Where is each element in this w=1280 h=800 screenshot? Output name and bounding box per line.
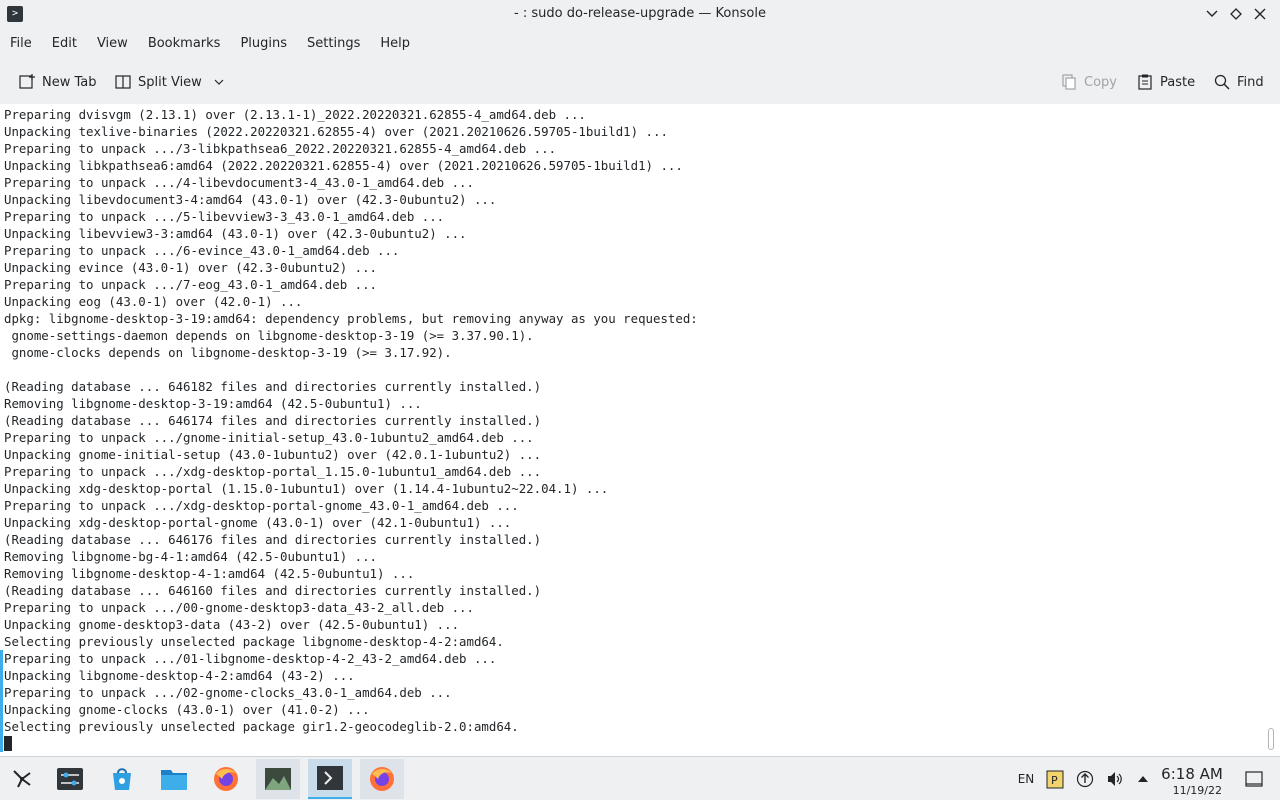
terminal-line: Preparing to unpack .../xdg-desktop-port… (4, 498, 519, 513)
clock-time[interactable]: 6:18 AM (1160, 765, 1224, 783)
terminal-line: Selecting previously unselected package … (4, 719, 519, 734)
firefox-icon[interactable] (204, 759, 248, 799)
taskbar: EN P 6:18 AM 11/19/22 (0, 756, 1280, 800)
terminal-line: Preparing to unpack .../00-gnome-desktop… (4, 600, 474, 615)
system-settings-icon[interactable] (48, 759, 92, 799)
menu-bar: File Edit View Bookmarks Plugins Setting… (0, 29, 1280, 59)
file-manager-icon[interactable] (152, 759, 196, 799)
terminal-line: dpkg: libgnome-desktop-3-19:amd64: depen… (4, 311, 698, 326)
copy-label: Copy (1084, 74, 1117, 90)
terminal-line: Preparing to unpack .../6-evince_43.0-1_… (4, 243, 400, 258)
discover-store-icon[interactable] (100, 759, 144, 799)
show-desktop-icon[interactable] (1240, 757, 1268, 800)
terminal-line: Unpacking texlive-binaries (2022.2022032… (4, 124, 668, 139)
terminal-line: Preparing to unpack .../01-libgnome-desk… (4, 651, 497, 666)
terminal-line: Preparing dvisvgm (2.13.1) over (2.13.1-… (4, 107, 586, 122)
split-view-label: Split View (138, 74, 202, 90)
terminal-output: Preparing dvisvgm (2.13.1) over (2.13.1-… (4, 106, 698, 735)
split-view-button[interactable]: Split View (108, 66, 234, 98)
konsole-window: > - : sudo do-release-upgrade — Konsole … (0, 0, 1280, 800)
window-title: - : sudo do-release-upgrade — Konsole (514, 6, 766, 21)
paste-label: Paste (1160, 74, 1196, 90)
terminal-line: Removing libgnome-desktop-4-1:amd64 (42.… (4, 566, 415, 581)
terminal-line: Unpacking xdg-desktop-portal (1.15.0-1ub… (4, 481, 609, 496)
terminal-line: (Reading database ... 646176 files and d… (4, 532, 542, 547)
terminal-line: Unpacking xdg-desktop-portal-gnome (43.0… (4, 515, 512, 530)
terminal-line: Preparing to unpack .../5-libevview3-3_4… (4, 209, 445, 224)
terminal-line: (Reading database ... 646182 files and d… (4, 379, 542, 394)
menu-bookmarks[interactable]: Bookmarks (138, 29, 231, 59)
volume-icon[interactable] (1103, 757, 1127, 800)
find-button[interactable]: Find (1207, 66, 1270, 98)
firefox-window-icon[interactable] (360, 759, 404, 799)
new-tab-button[interactable]: New Tab (12, 66, 103, 98)
copy-button[interactable]: Copy (1054, 66, 1123, 98)
terminal-line: Removing libgnome-desktop-3-19:amd64 (42… (4, 396, 422, 411)
terminal-line: Unpacking evince (43.0-1) over (42.3-0ub… (4, 260, 377, 275)
minimize-button[interactable] (1202, 5, 1222, 23)
terminal-line: Unpacking libevview3-3:amd64 (43.0-1) ov… (4, 226, 467, 241)
terminal-line: Preparing to unpack .../7-eog_43.0-1_amd… (4, 277, 377, 292)
find-label: Find (1237, 74, 1264, 90)
menu-settings[interactable]: Settings (297, 29, 370, 59)
new-tab-label: New Tab (42, 74, 97, 90)
menu-file[interactable]: File (0, 29, 42, 59)
clock-date[interactable]: 11/19/22 (1160, 784, 1224, 797)
terminal-line: gnome-settings-daemon depends on libgnom… (4, 328, 534, 343)
menu-help[interactable]: Help (370, 29, 420, 59)
search-icon (1213, 73, 1231, 91)
toolbar: New Tab Split View Copy Paste Find (0, 60, 1280, 104)
keyboard-layout-indicator[interactable]: EN (1012, 757, 1040, 800)
maximize-button[interactable] (1226, 5, 1246, 23)
paste-button[interactable]: Paste (1130, 66, 1201, 98)
terminal-line: Unpacking libevdocument3-4:amd64 (43.0-1… (4, 192, 497, 207)
clipboard-icon[interactable]: P (1043, 757, 1067, 800)
konsole-icon[interactable] (308, 759, 352, 799)
image-viewer-icon[interactable] (256, 759, 300, 799)
terminal-line: Unpacking eog (43.0-1) over (42.0-1) ... (4, 294, 303, 309)
paste-icon (1136, 73, 1154, 91)
terminal-line: Unpacking gnome-clocks (43.0-1) over (41… (4, 702, 370, 717)
terminal-line: Preparing to unpack .../3-libkpathsea6_2… (4, 141, 557, 156)
terminal-line: Preparing to unpack .../4-libevdocument3… (4, 175, 474, 190)
menu-plugins[interactable]: Plugins (230, 29, 297, 59)
terminal-line: Removing libgnome-bg-4-1:amd64 (42.5-0ub… (4, 549, 377, 564)
scrollbar[interactable] (1266, 104, 1280, 756)
tray-expand-icon[interactable] (1133, 757, 1153, 800)
menu-edit[interactable]: Edit (42, 29, 87, 59)
terminal-cursor (4, 736, 12, 751)
scrollback-marker (0, 650, 3, 752)
close-icon (1254, 8, 1266, 20)
app-launcher-icon[interactable] (0, 759, 44, 799)
terminal-line: Preparing to unpack .../02-gnome-clocks_… (4, 685, 452, 700)
diamond-icon (1230, 8, 1242, 20)
svg-text:P: P (1051, 774, 1058, 787)
terminal-line: Preparing to unpack .../gnome-initial-se… (4, 430, 534, 445)
chevron-down-icon (1206, 10, 1218, 17)
title-bar[interactable]: > - : sudo do-release-upgrade — Konsole (0, 0, 1280, 29)
terminal-view[interactable]: Preparing dvisvgm (2.13.1) over (2.13.1-… (0, 104, 1280, 756)
terminal-line: Unpacking libkpathsea6:amd64 (2022.20220… (4, 158, 683, 173)
terminal-line: Selecting previously unselected package … (4, 634, 504, 649)
copy-icon (1060, 73, 1078, 91)
terminal-line: (Reading database ... 646174 files and d… (4, 413, 542, 428)
terminal-line: Unpacking gnome-desktop3-data (43-2) ove… (4, 617, 460, 632)
menu-view[interactable]: View (87, 29, 138, 59)
close-button[interactable] (1250, 5, 1270, 23)
new-tab-icon (18, 73, 36, 91)
split-view-icon (114, 73, 132, 91)
terminal-line: gnome-clocks depends on libgnome-desktop… (4, 345, 452, 360)
chevron-down-icon[interactable] (210, 73, 228, 91)
terminal-line: (Reading database ... 646160 files and d… (4, 583, 542, 598)
terminal-line: Unpacking gnome-initial-setup (43.0-1ubu… (4, 447, 542, 462)
terminal-line: Unpacking libgnome-desktop-4-2:amd64 (43… (4, 668, 355, 683)
update-notifier-icon[interactable] (1073, 757, 1097, 800)
terminal-line: Preparing to unpack .../xdg-desktop-port… (4, 464, 542, 479)
scrollbar-thumb[interactable] (1268, 728, 1274, 750)
